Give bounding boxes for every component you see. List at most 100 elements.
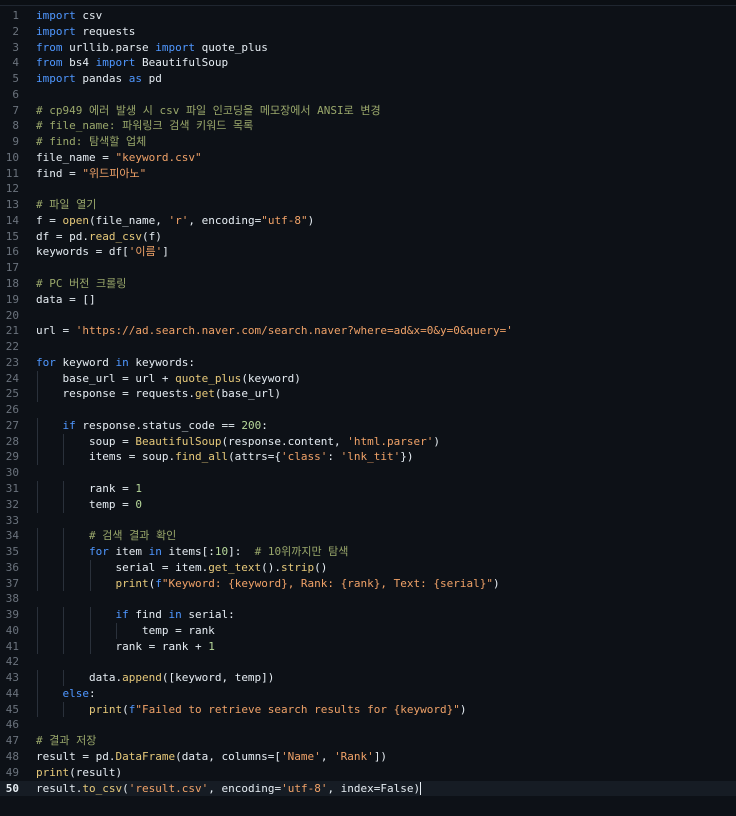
code-text[interactable]: temp = rank xyxy=(36,623,215,639)
code-text[interactable]: url = 'https://ad.search.naver.com/searc… xyxy=(36,323,513,339)
code-text[interactable]: result.to_csv('result.csv', encoding='ut… xyxy=(36,781,422,797)
code-line[interactable]: 43 data.append([keyword, temp]) xyxy=(0,670,736,686)
code-text[interactable]: temp = 0 xyxy=(36,497,142,513)
code-line[interactable]: 42 xyxy=(0,654,736,670)
code-text[interactable]: if response.status_code == 200: xyxy=(36,418,268,434)
code-line[interactable]: 11 find = "위드피아노" xyxy=(0,166,736,182)
code-line[interactable]: 24 base_url = url + quote_plus(keyword) xyxy=(0,370,736,387)
code-line[interactable]: 19 data = [] xyxy=(0,292,736,308)
code-text[interactable]: data = [] xyxy=(36,292,96,308)
code-line[interactable]: 30 xyxy=(0,465,736,481)
code-text[interactable]: for keyword in keywords: xyxy=(36,355,195,371)
code-line[interactable]: 45 print(f"Failed to retrieve search res… xyxy=(0,701,736,718)
code-line[interactable]: 36 serial = item.get_text().strip() xyxy=(0,559,736,576)
code-text[interactable]: from urllib.parse import quote_plus xyxy=(36,40,268,56)
code-text[interactable]: # find: 탐색할 업체 xyxy=(36,134,146,150)
line-number: 47 xyxy=(5,734,19,748)
line-number: 26 xyxy=(5,403,19,417)
code-text[interactable]: base_url = url + quote_plus(keyword) xyxy=(36,371,300,387)
code-line[interactable]: 13 # 파일 열기 xyxy=(0,197,736,213)
code-line[interactable]: 33 xyxy=(0,513,736,529)
line-number: 25 xyxy=(5,387,19,401)
line-number: 45 xyxy=(5,702,19,716)
code-line[interactable]: 17 xyxy=(0,260,736,276)
code-line[interactable]: 50 result.to_csv('result.csv', encoding='… xyxy=(0,780,736,797)
code-line[interactable]: 7 # cp949 에러 발생 시 csv 파일 인코딩을 메모장에서 ANSI로… xyxy=(0,103,736,119)
code-line[interactable]: 29 items = soup.find_all(attrs={'class':… xyxy=(0,449,736,466)
code-line[interactable]: 34 # 검색 결과 확인 xyxy=(0,528,736,545)
code-line[interactable]: 31 rank = 1 xyxy=(0,480,736,497)
code-text[interactable]: soup = BeautifulSoup(response.content, '… xyxy=(36,434,440,450)
code-text[interactable]: for item in items[:10]: # 10위까지만 탐색 xyxy=(36,544,348,560)
line-number: 8 xyxy=(12,119,19,133)
code-text[interactable]: else: xyxy=(36,686,96,702)
code-text[interactable]: df = pd.read_csv(f) xyxy=(36,229,162,245)
code-line[interactable]: 5 import pandas as pd xyxy=(0,71,736,87)
code-line[interactable]: 1 import csv xyxy=(0,8,736,24)
code-line[interactable]: 4 from bs4 import BeautifulSoup xyxy=(0,55,736,71)
line-number: 15 xyxy=(5,229,19,243)
code-text[interactable]: import requests xyxy=(36,24,135,40)
code-text[interactable]: result = pd.DataFrame(data, columns=['Na… xyxy=(36,749,387,765)
code-text[interactable]: file_name = "keyword.csv" xyxy=(36,150,202,166)
code-text[interactable]: print(f"Keyword: {keyword}, Rank: {rank}… xyxy=(36,576,499,592)
code-text[interactable]: items = soup.find_all(attrs={'class': 'l… xyxy=(36,449,414,465)
code-text[interactable]: # 파일 열기 xyxy=(36,197,96,213)
code-line[interactable]: 25 response = requests.get(base_url) xyxy=(0,386,736,403)
code-line[interactable]: 28 soup = BeautifulSoup(response.content… xyxy=(0,433,736,450)
line-number: 1 xyxy=(12,9,19,22)
code-line[interactable]: 10 file_name = "keyword.csv" xyxy=(0,150,736,166)
code-line[interactable]: 49 print(result) xyxy=(0,765,736,781)
code-line[interactable]: 15 df = pd.read_csv(f) xyxy=(0,229,736,245)
code-line[interactable]: 39 if find in serial: xyxy=(0,607,736,623)
code-line[interactable]: 6 xyxy=(0,87,736,103)
line-number: 50 xyxy=(5,781,19,795)
code-text[interactable]: # file_name: 파워링크 검색 키워드 목록 xyxy=(36,118,253,134)
code-text[interactable]: serial = item.get_text().strip() xyxy=(36,560,327,576)
code-line[interactable]: 22 xyxy=(0,339,736,355)
code-text[interactable]: # 검색 결과 확인 xyxy=(36,528,176,544)
code-line[interactable]: 21 url = 'https://ad.search.naver.com/sea… xyxy=(0,323,736,339)
code-line[interactable]: 18 # PC 버전 크롤링 xyxy=(0,276,736,292)
code-text[interactable]: import csv xyxy=(36,8,102,24)
code-line[interactable]: 48 result = pd.DataFrame(data, columns=['… xyxy=(0,749,736,765)
code-text[interactable]: from bs4 import BeautifulSoup xyxy=(36,55,228,71)
code-line[interactable]: 12 xyxy=(0,181,736,197)
code-line[interactable]: 20 xyxy=(0,308,736,324)
code-lines[interactable]: 1 import csv 2 import requests 3 from urllib.… xyxy=(0,8,736,797)
code-text[interactable]: find = "위드피아노" xyxy=(36,166,146,182)
code-text[interactable]: f = open(file_name, 'r', encoding="utf-8… xyxy=(36,213,314,229)
code-text[interactable]: print(result) xyxy=(36,765,122,781)
code-text[interactable]: print(f"Failed to retrieve search result… xyxy=(36,702,467,718)
code-text[interactable]: # PC 버전 크롤링 xyxy=(36,276,126,292)
code-line[interactable]: 32 temp = 0 xyxy=(0,496,736,513)
code-text[interactable]: # 결과 저장 xyxy=(36,733,96,749)
code-line[interactable]: 14 f = open(file_name, 'r', encoding="utf… xyxy=(0,213,736,229)
code-text[interactable]: data.append([keyword, temp]) xyxy=(36,670,274,686)
line-number: 22 xyxy=(5,340,19,354)
code-line[interactable]: 8 # file_name: 파워링크 검색 키워드 목록 xyxy=(0,118,736,134)
code-line[interactable]: 9 # find: 탐색할 업체 xyxy=(0,134,736,150)
code-line[interactable]: 27 if response.status_code == 200: xyxy=(0,417,736,434)
code-line[interactable]: 40 temp = rank xyxy=(0,622,736,639)
code-line[interactable]: 41 rank = rank + 1 xyxy=(0,638,736,655)
code-line[interactable]: 35 for item in items[:10]: # 10위까지만 탐색 xyxy=(0,544,736,560)
code-text[interactable]: keywords = df['이름'] xyxy=(36,244,169,260)
code-line[interactable]: 38 xyxy=(0,591,736,607)
code-line[interactable]: 3 from urllib.parse import quote_plus xyxy=(0,40,736,56)
code-text[interactable]: response = requests.get(base_url) xyxy=(36,386,281,402)
code-line[interactable]: 47 # 결과 저장 xyxy=(0,733,736,749)
code-text[interactable]: import pandas as pd xyxy=(36,71,162,87)
code-text[interactable]: if find in serial: xyxy=(36,607,234,623)
code-line[interactable]: 37 print(f"Keyword: {keyword}, Rank: {ra… xyxy=(0,575,736,592)
code-line[interactable]: 16 keywords = df['이름'] xyxy=(0,244,736,260)
code-line[interactable]: 23 for keyword in keywords: xyxy=(0,355,736,371)
code-text[interactable]: rank = rank + 1 xyxy=(36,639,214,655)
code-line[interactable]: 46 xyxy=(0,717,736,733)
code-text[interactable]: # cp949 에러 발생 시 csv 파일 인코딩을 메모장에서 ANSI로 … xyxy=(36,103,381,119)
code-line[interactable]: 2 import requests xyxy=(0,24,736,40)
code-editor[interactable]: 1 import csv 2 import requests 3 from urllib.… xyxy=(0,0,736,816)
code-line[interactable]: 44 else: xyxy=(0,685,736,702)
code-line[interactable]: 26 xyxy=(0,402,736,418)
code-text[interactable]: rank = 1 xyxy=(36,481,142,497)
